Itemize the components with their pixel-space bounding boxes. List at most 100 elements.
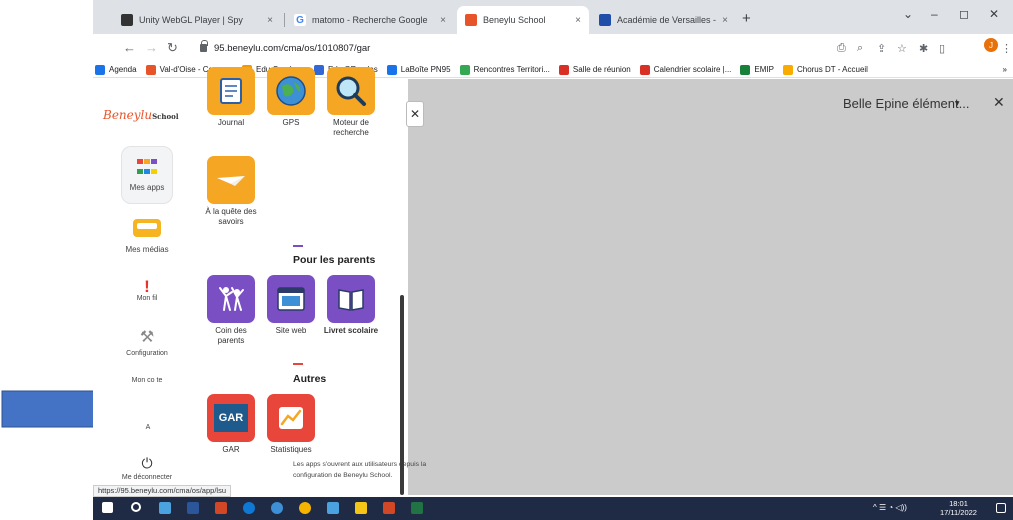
excel-icon[interactable] (411, 502, 423, 514)
globe-icon (276, 76, 306, 106)
profile-avatar[interactable]: J (984, 38, 998, 52)
tab-beneylu[interactable]: Beneylu School × (457, 6, 589, 34)
sidebar-item-configuration[interactable]: ⚒ Configuration (106, 329, 188, 357)
app-livret-scolaire[interactable]: Livret scolaire (321, 275, 381, 336)
sidebar-item-logout[interactable]: ⏻ Me déconnecter (106, 455, 188, 481)
powerpoint-icon[interactable] (383, 502, 395, 514)
app-gps[interactable]: GPS (261, 67, 321, 128)
app-label: GAR (222, 445, 240, 454)
panel-close-button[interactable]: ✕ (406, 101, 424, 127)
beneylu-logo[interactable]: BeneyluSchool (103, 108, 179, 122)
sidebar-item-label: Me déconnecter (121, 474, 173, 481)
tab-unity[interactable]: Unity WebGL Player | Spy × (113, 6, 281, 34)
bookmark-label: Chorus DT - Accueil (796, 65, 868, 74)
app-label: À la quête des savoirs (205, 207, 257, 226)
app-label: Livret scolaire (323, 326, 379, 335)
website-icon (277, 287, 305, 311)
forward-arrow-icon[interactable]: → (145, 40, 158, 55)
app-coin-des-parents[interactable]: Coin des parents (201, 275, 261, 346)
close-window-button[interactable]: ✕ (989, 7, 999, 21)
journal-tile (207, 67, 255, 115)
section-title-parents: Pour les parents (293, 254, 376, 266)
chevron-down-icon[interactable]: ▾ (955, 98, 960, 109)
logo-text: Beneylu (103, 108, 153, 122)
logo-sub-text: School (152, 112, 179, 121)
tab-google[interactable]: G matomo - Recherche Google × (286, 6, 454, 34)
new-tab-button[interactable]: + (742, 10, 751, 27)
app-statistiques[interactable]: Statistiques (261, 394, 321, 455)
browser-screenshot: Unity WebGL Player | Spy × G matomo - Re… (93, 0, 1013, 520)
search-tile (327, 67, 375, 115)
app-label: Journal (217, 118, 245, 127)
tab-title: Académie de Versailles - Messag (617, 15, 717, 25)
sidebar-item-mon-fil[interactable]: ! Mon fil (106, 278, 188, 302)
app-site-web[interactable]: Site web (261, 275, 321, 336)
app-journal[interactable]: Journal (201, 67, 261, 128)
sidebar-item-label: Mon fil (136, 295, 158, 302)
address-bar[interactable]: 95.beneylu.com/cma/os/1010807/gar (194, 38, 814, 58)
notification-icon[interactable] (996, 503, 1006, 513)
slide: Unity WebGL Player | Spy × G matomo - Re… (0, 0, 1013, 520)
section-accent-bar (293, 245, 303, 247)
maximize-button[interactable]: ◻ (959, 7, 969, 21)
tab-title: Beneylu School (483, 15, 546, 25)
star-icon[interactable]: ☆ (897, 42, 907, 55)
app-quete-des-savoirs[interactable]: À la quête des savoirs (201, 156, 261, 227)
bookmark-item[interactable]: Calendrier scolaire |... (639, 64, 731, 75)
windows-start-icon[interactable] (102, 502, 113, 513)
panel-scrollbar[interactable] (400, 295, 404, 495)
share-icon[interactable]: ⇪ (877, 42, 886, 55)
quete-tile (207, 156, 255, 204)
word-icon[interactable] (187, 502, 199, 514)
system-tray[interactable]: ^ ☰ ◔ ◁)) (873, 503, 907, 512)
zoom-icon[interactable]: ⌕ (857, 42, 863, 55)
back-arrow-icon[interactable]: ← (123, 40, 136, 55)
taskview-icon[interactable] (159, 502, 171, 514)
open-book-icon (338, 289, 364, 311)
bookmark-label: EMIP (754, 65, 774, 74)
sidebar-item-mon-compte[interactable]: Mon co te (106, 377, 188, 384)
folder-icon (133, 219, 161, 237)
bookmarks-more-button[interactable]: » (1003, 65, 1007, 74)
close-icon[interactable]: × (440, 15, 446, 26)
app-icon[interactable] (271, 502, 283, 514)
tab-search-icon[interactable]: ⌄ (903, 7, 913, 21)
explorer-icon[interactable] (355, 502, 367, 514)
powerpoint-icon[interactable] (215, 502, 227, 514)
left-sidebar: BeneyluSchool Mes apps Mes médias ! Mon … (93, 79, 201, 495)
chart-icon (279, 407, 303, 429)
bookmark-item[interactable]: LaBoîte PN95 (386, 64, 451, 75)
close-icon[interactable]: ✕ (993, 94, 1005, 111)
sidebar-item-aide[interactable]: A (123, 424, 173, 431)
reload-icon[interactable]: ↻ (167, 40, 178, 56)
sidebar-item-mes-apps[interactable]: Mes apps (106, 159, 188, 192)
school-selector-title[interactable]: Belle Epine élément... (843, 96, 969, 111)
wrench-icon: ⚒ (139, 329, 155, 346)
app-moteur-de-recherche[interactable]: Moteur de recherche (321, 67, 381, 138)
bookmark-item[interactable]: Rencontres Territori... (459, 64, 550, 75)
search-icon[interactable] (131, 502, 141, 512)
bookmark-item[interactable]: EMIP (740, 64, 774, 75)
extensions-icon[interactable]: ✱ (919, 42, 928, 55)
bookmark-item[interactable]: Salle de réunion (558, 64, 631, 75)
menu-icon[interactable]: ⋮ (1001, 42, 1012, 55)
close-icon[interactable]: × (267, 15, 273, 26)
bookmark-icon (145, 64, 156, 75)
app-gar[interactable]: GAR GAR (201, 394, 261, 455)
close-icon[interactable]: × (722, 15, 728, 26)
tab-academie[interactable]: Académie de Versailles - Messag × (591, 6, 736, 34)
power-icon: ⏻ (141, 455, 153, 471)
minimize-button[interactable]: – (931, 7, 938, 21)
app-icon[interactable] (327, 502, 339, 514)
bookmark-item[interactable]: Agenda (95, 64, 137, 75)
site-web-tile (267, 275, 315, 323)
sidebar-item-mes-medias[interactable]: Mes médias (106, 219, 188, 254)
clock[interactable]: 18:01 17/11/2022 (940, 499, 977, 517)
install-icon[interactable]: ⎙ (837, 42, 846, 55)
gray-overlay-area (408, 79, 1013, 495)
sidepanel-icon[interactable]: ▯ (939, 42, 945, 55)
bookmark-item[interactable]: Chorus DT - Accueil (782, 64, 868, 75)
edge-icon[interactable] (243, 502, 255, 514)
close-icon[interactable]: × (575, 15, 581, 26)
chrome-icon[interactable] (299, 502, 311, 514)
